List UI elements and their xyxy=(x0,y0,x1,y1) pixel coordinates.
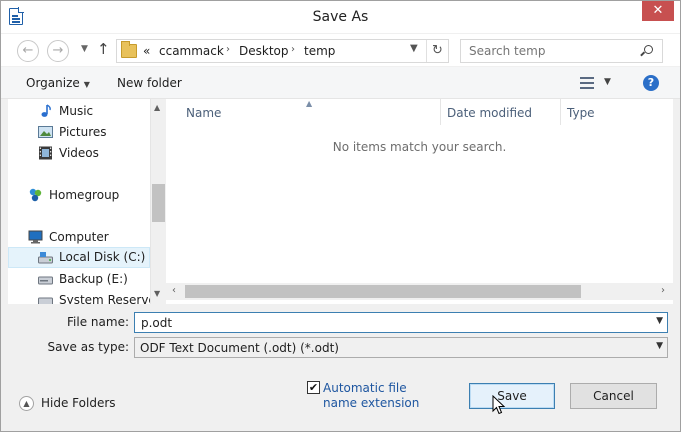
file-name-input[interactable] xyxy=(139,315,639,331)
command-bar: Organize ▼ New folder ▼ ? xyxy=(1,67,680,99)
chevron-down-icon[interactable]: ▼ xyxy=(656,341,663,351)
breadcrumb-separator-icon[interactable]: › xyxy=(291,44,295,55)
sidebar-item-label: Music xyxy=(59,104,94,118)
sidebar-item-music[interactable]: Music xyxy=(8,101,150,122)
drive-icon xyxy=(38,276,53,285)
computer-icon xyxy=(28,230,43,244)
breadcrumb-separator-icon[interactable]: › xyxy=(226,44,230,55)
view-options-chevron-icon[interactable]: ▼ xyxy=(604,77,611,87)
organize-label: Organize xyxy=(26,76,80,90)
back-button[interactable]: ← xyxy=(17,40,39,62)
scrollbar-thumb[interactable] xyxy=(185,285,581,298)
sidebar-item-label: Local Disk (C:) xyxy=(59,250,146,264)
sidebar-item-homegroup[interactable]: Homegroup xyxy=(8,185,150,206)
sidebar-item-label: Homegroup xyxy=(49,188,120,202)
up-button[interactable]: ↑ xyxy=(97,40,110,58)
forward-button[interactable]: → xyxy=(47,40,69,62)
save-button[interactable]: Save xyxy=(469,383,555,409)
drive-icon xyxy=(38,297,53,304)
navigation-bar: ← → ▼ ↑ « ccammack › Desktop › temp ▼ ↻ xyxy=(1,34,680,66)
sidebar-item-label: Backup (E:) xyxy=(59,272,128,286)
save-as-dialog: Save As ✕ ← → ▼ ↑ « ccammack › Desktop ›… xyxy=(0,0,681,432)
sidebar-item-label: Computer xyxy=(49,230,109,244)
sidebar-item-pictures[interactable]: Pictures xyxy=(8,122,150,143)
pictures-icon xyxy=(38,126,53,138)
new-folder-button[interactable]: New folder xyxy=(117,76,182,90)
file-name-combobox[interactable]: ▼ xyxy=(134,312,668,333)
window-title: Save As xyxy=(312,9,369,25)
column-header-date-modified[interactable]: Date modified xyxy=(447,106,532,120)
sidebar-item-videos[interactable]: Videos xyxy=(8,143,150,164)
scroll-left-arrow-icon[interactable]: ‹ xyxy=(172,285,176,296)
sidebar-item-system-reserved[interactable]: System Reserved xyxy=(8,290,150,304)
column-divider[interactable] xyxy=(560,99,561,125)
sidebar-item-local-disk-c[interactable]: Local Disk (C:) xyxy=(8,247,150,268)
scroll-up-arrow-icon[interactable]: ▲ xyxy=(154,103,160,112)
chevron-up-icon: ▲ xyxy=(19,396,34,411)
videos-icon xyxy=(39,146,52,160)
change-view-icon[interactable] xyxy=(580,77,594,89)
cancel-button[interactable]: Cancel xyxy=(570,383,657,409)
music-icon xyxy=(41,104,51,117)
breadcrumb-temp[interactable]: temp xyxy=(304,44,335,58)
save-as-type-value: ODF Text Document (.odt) (*.odt) xyxy=(140,341,339,355)
navigation-pane: Music Pictures Videos Homegroup Computer… xyxy=(8,99,150,304)
scroll-down-arrow-icon[interactable]: ▼ xyxy=(154,289,160,298)
save-as-type-select[interactable]: ODF Text Document (.odt) (*.odt) ▼ xyxy=(134,337,668,358)
homegroup-icon xyxy=(29,188,42,202)
search-icon[interactable] xyxy=(644,45,653,54)
hide-folders-label: Hide Folders xyxy=(41,396,116,410)
title-bar: Save As ✕ xyxy=(1,1,680,33)
file-list-horizontal-scrollbar[interactable]: ‹ › xyxy=(166,283,673,300)
drive-icon xyxy=(38,252,53,264)
sort-ascending-icon: ▲ xyxy=(306,99,313,108)
breadcrumb-desktop[interactable]: Desktop xyxy=(239,44,289,58)
save-as-type-label: Save as type: xyxy=(47,340,129,354)
sidebar-item-label: Pictures xyxy=(59,125,107,139)
sidebar-item-label: Videos xyxy=(59,146,99,160)
folder-icon xyxy=(121,41,137,58)
address-bar[interactable]: « ccammack › Desktop › temp ▼ ↻ xyxy=(116,39,449,63)
column-header-name[interactable]: Name xyxy=(186,106,221,120)
sidebar-item-backup-e[interactable]: Backup (E:) xyxy=(8,269,150,290)
breadcrumb-ccammack[interactable]: ccammack xyxy=(159,44,224,58)
column-header-type[interactable]: Type xyxy=(567,106,595,120)
automatic-extension-checkbox[interactable]: ✔ xyxy=(307,381,320,394)
sidebar-item-label: System Reserved xyxy=(59,293,150,304)
close-button[interactable]: ✕ xyxy=(642,1,674,21)
mouse-pointer-icon xyxy=(492,395,506,415)
recent-locations-chevron-icon[interactable]: ▼ xyxy=(81,44,88,54)
search-box[interactable] xyxy=(460,39,663,63)
refresh-button[interactable]: ↻ xyxy=(426,40,448,62)
help-icon[interactable]: ? xyxy=(643,75,659,91)
search-input[interactable] xyxy=(467,43,637,59)
scrollbar-thumb[interactable] xyxy=(152,184,165,222)
breadcrumb-overflow[interactable]: « xyxy=(143,44,150,58)
file-name-label: File name: xyxy=(67,315,129,329)
file-list[interactable]: ▲ Name Date modified Type No items match… xyxy=(166,99,673,304)
empty-folder-message: No items match your search. xyxy=(332,140,507,154)
chevron-down-icon: ▼ xyxy=(83,80,90,89)
automatic-extension-label[interactable]: Automatic file name extension xyxy=(323,381,443,411)
chevron-down-icon[interactable]: ▼ xyxy=(656,316,663,326)
organize-button[interactable]: Organize ▼ xyxy=(26,76,90,90)
navigation-pane-scrollbar[interactable]: ▲ ▼ xyxy=(150,99,165,304)
column-divider[interactable] xyxy=(440,99,441,125)
scroll-right-arrow-icon[interactable]: › xyxy=(661,285,665,296)
sidebar-item-computer[interactable]: Computer xyxy=(8,227,150,248)
address-dropdown-chevron-icon[interactable]: ▼ xyxy=(410,43,418,54)
